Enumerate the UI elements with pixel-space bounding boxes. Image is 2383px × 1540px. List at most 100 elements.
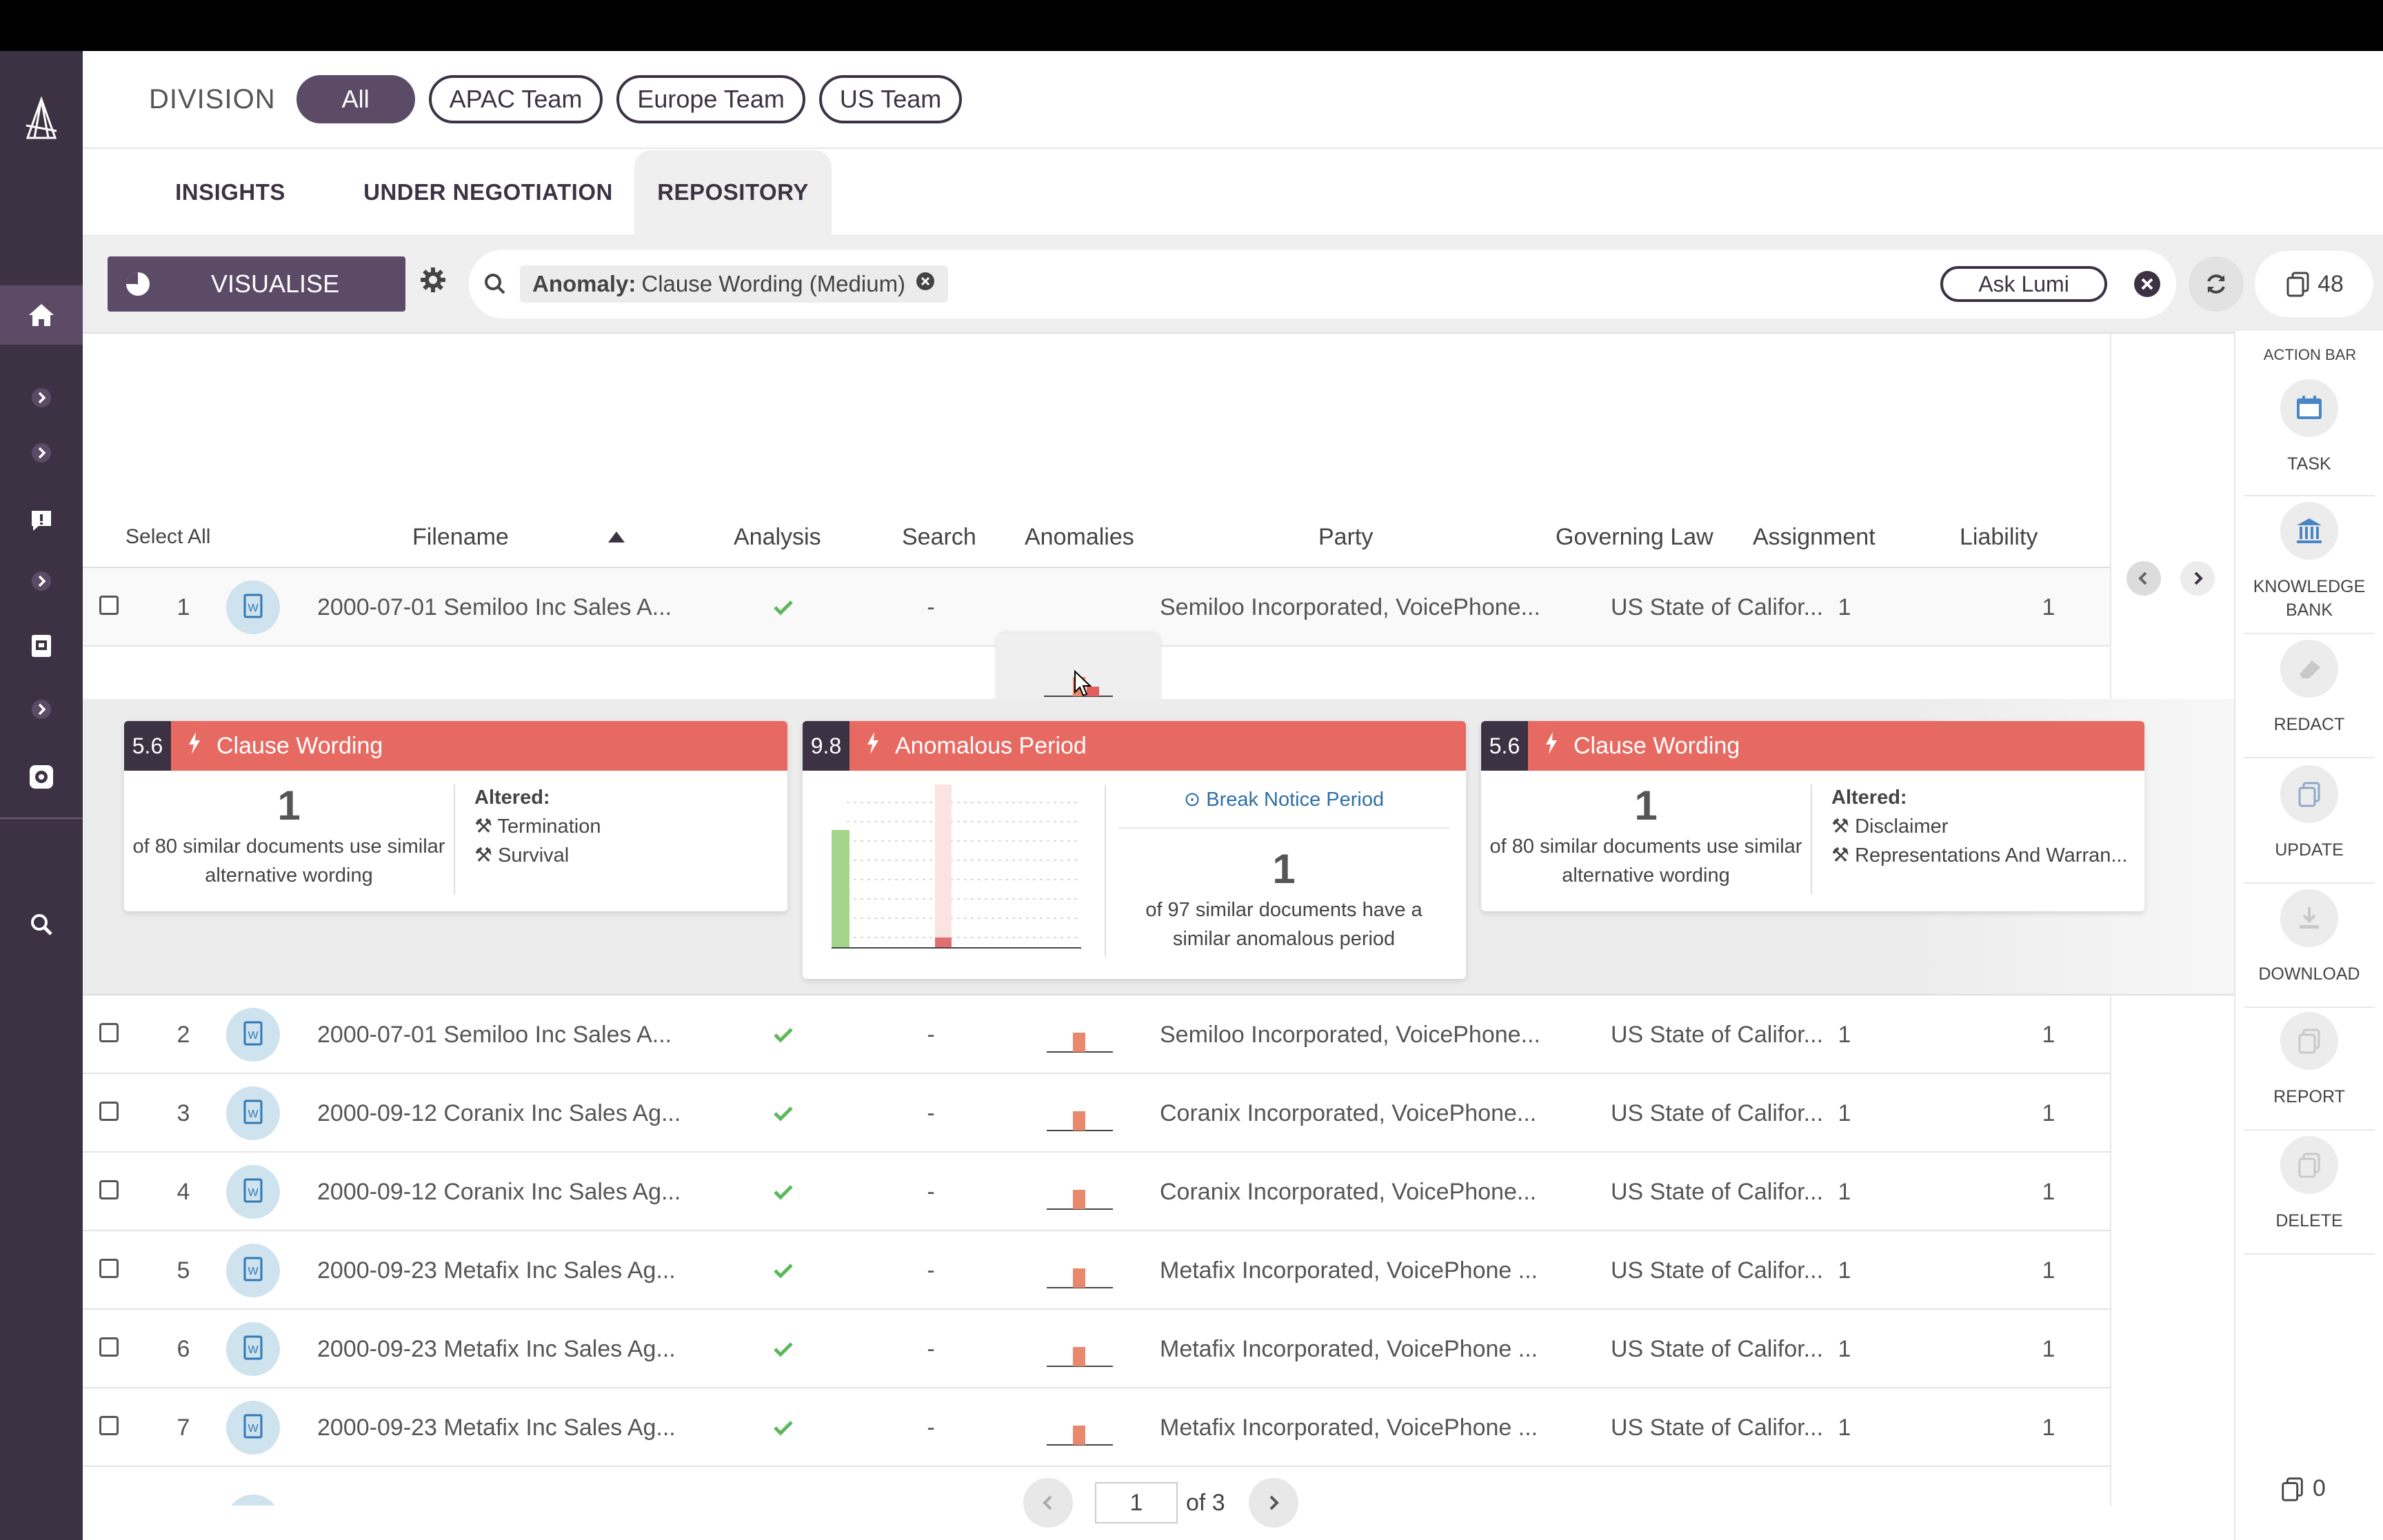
document-count[interactable]: 48	[2255, 251, 2373, 317]
alert-icon[interactable]	[0, 489, 83, 551]
ask-lumi-button[interactable]: Ask Lumi	[1940, 266, 2107, 302]
row-filename[interactable]: 2000-07-01 Semiloo Inc Sales A...	[317, 995, 703, 1074]
action-task-button[interactable]: TASK	[2244, 379, 2375, 496]
anomaly-sparkline[interactable]	[1045, 1180, 1114, 1210]
column-header-anomalies[interactable]: Anomalies	[1025, 506, 1134, 568]
row-filename[interactable]: 2000-09-23 Metafix Inc Sales Ag...	[317, 1310, 703, 1388]
anomaly-card-clause-wording[interactable]: 5.6 Clause Wording 1 of 80 similar docum…	[1481, 721, 2144, 911]
select-all[interactable]: Select All	[125, 506, 210, 568]
word-document-icon[interactable]: W	[226, 1165, 280, 1219]
table-row[interactable]: 4 W 2000-09-12 Coranix Inc Sales Ag... - Cor…	[83, 1153, 2110, 1231]
hammer-icon: ⚒	[1831, 815, 1849, 838]
anomaly-card-clause-wording[interactable]: 5.6 Clause Wording 1 of 80 similar docum…	[124, 721, 787, 911]
action-update-button[interactable]: UPDATE	[2244, 765, 2375, 884]
row-checkbox[interactable]	[99, 1023, 119, 1042]
row-filename[interactable]: 2000-07-01 Semiloo Inc Sales A...	[317, 568, 703, 647]
action-knowledge-button[interactable]: KNOWLEDGE BANK	[2244, 502, 2375, 634]
column-header-governing-law[interactable]: Governing Law	[1556, 506, 1713, 568]
refresh-button[interactable]	[2189, 256, 2244, 312]
table-row[interactable]: 3 W 2000-09-12 Coranix Inc Sales Ag... - Cor…	[83, 1074, 2110, 1153]
division-filter-all[interactable]: All	[296, 75, 415, 123]
action-redact-button[interactable]: REDACT	[2244, 640, 2375, 758]
scroll-right-icon[interactable]	[2180, 561, 2215, 596]
division-filter-apac[interactable]: APAC Team	[428, 75, 603, 123]
row-filename[interactable]: 2000-09-12 Coranix Inc Sales Ag...	[317, 1153, 703, 1231]
scroll-left-icon[interactable]	[2126, 561, 2161, 596]
document-icon[interactable]	[0, 615, 83, 677]
anomaly-sparkline[interactable]	[1045, 1259, 1114, 1289]
row-checkbox[interactable]	[99, 1180, 119, 1199]
row-filename[interactable]: 2000-09-23 Metafix Inc Sales Ag...	[317, 1388, 703, 1467]
search-icon[interactable]	[0, 893, 83, 955]
main-content: DIVISION All APAC Team Europe Team US Te…	[83, 51, 2383, 1540]
row-filename[interactable]: 2000-09-12 Coranix Inc Sales Ag...	[317, 1074, 703, 1153]
word-document-icon[interactable]: W	[226, 1401, 280, 1455]
column-header-search[interactable]: Search	[902, 506, 976, 568]
anomaly-sparkline[interactable]	[1045, 1416, 1114, 1446]
sort-ascending-icon[interactable]	[607, 506, 626, 568]
anomaly-tab[interactable]	[996, 633, 1161, 700]
action-report-button[interactable]: REPORT	[2244, 1012, 2375, 1131]
analysis-check-icon	[763, 995, 804, 1074]
row-checkbox[interactable]	[99, 1416, 119, 1435]
card-divider	[1811, 784, 1812, 895]
chip-close-icon[interactable]	[915, 271, 936, 297]
action-download-button[interactable]: DOWNLOAD	[2244, 889, 2375, 1008]
hammer-icon: ⚒	[1831, 844, 1849, 867]
page-input[interactable]: 1	[1095, 1482, 1178, 1523]
clear-search-icon[interactable]	[2132, 269, 2162, 303]
division-filter-europe[interactable]: Europe Team	[616, 75, 805, 123]
prev-page-button[interactable]	[1023, 1478, 1073, 1528]
row-governing-law: US State of Califor...	[1611, 1335, 1824, 1362]
tab-insights[interactable]: INSIGHTS	[142, 150, 319, 234]
settings-icon[interactable]	[0, 746, 83, 808]
chevron-right-icon[interactable]	[0, 550, 83, 612]
anomaly-sparkline[interactable]	[1045, 1102, 1114, 1132]
word-document-icon[interactable]: W	[226, 1322, 280, 1376]
break-notice-link[interactable]: ⊙ Break Notice Period	[1118, 787, 1449, 811]
eraser-icon	[2280, 640, 2338, 698]
table-row[interactable]: 7 W 2000-09-23 Metafix Inc Sales Ag... - Met…	[83, 1388, 2110, 1467]
word-document-icon[interactable]: W	[226, 1086, 280, 1140]
home-icon[interactable]	[0, 285, 83, 345]
column-header-filename[interactable]: Filename	[412, 506, 509, 568]
visualise-button[interactable]: VISUALISE	[108, 256, 405, 312]
app-logo[interactable]	[0, 81, 83, 157]
row-checkbox[interactable]	[99, 1259, 119, 1278]
word-document-icon[interactable]: W	[226, 1008, 280, 1062]
column-header-party[interactable]: Party	[1318, 506, 1373, 568]
table-row[interactable]: 5 W 2000-09-23 Metafix Inc Sales Ag... - Met…	[83, 1231, 2110, 1310]
table-row[interactable]: 6 W 2000-09-23 Metafix Inc Sales Ag... - Met…	[83, 1310, 2110, 1388]
next-page-button[interactable]	[1248, 1478, 1298, 1528]
altered-item: ⚒ Survival	[474, 841, 601, 870]
svg-text:W: W	[248, 602, 259, 614]
row-checkbox[interactable]	[99, 1337, 119, 1357]
table-row[interactable]: 2 W 2000-07-01 Semiloo Inc Sales A... - Semi…	[83, 995, 2110, 1074]
column-header-analysis[interactable]: Analysis	[734, 506, 821, 568]
anomaly-card-anomalous-period[interactable]: 9.8 Anomalous Period ⊙ Break Notice Peri…	[803, 721, 1466, 979]
chevron-right-icon[interactable]	[0, 367, 83, 429]
column-header-liability[interactable]: Liability	[1960, 506, 2038, 568]
anomaly-sparkline[interactable]	[1045, 1337, 1114, 1368]
row-checkbox[interactable]	[99, 596, 119, 615]
division-filter-us[interactable]: US Team	[818, 75, 963, 123]
search-bar[interactable]: Anomaly: Clause Wording (Medium) Ask Lum…	[469, 250, 2176, 318]
hammer-icon: ⚒	[474, 844, 492, 867]
tab-under-negotiation[interactable]: UNDER NEGOTIATION	[335, 150, 641, 234]
row-checkbox[interactable]	[99, 1102, 119, 1121]
action-delete-button[interactable]: DELETE	[2244, 1136, 2375, 1255]
word-document-icon[interactable]: W	[226, 1244, 280, 1297]
column-header-assignment[interactable]: Assignment	[1753, 506, 1876, 568]
word-document-icon[interactable]: W	[226, 580, 280, 634]
word-document-icon[interactable]	[226, 1495, 280, 1506]
gear-icon[interactable]	[419, 266, 447, 297]
chevron-right-icon[interactable]	[0, 678, 83, 740]
chevron-right-icon[interactable]	[0, 422, 83, 484]
anomaly-sparkline[interactable]	[1045, 1023, 1114, 1053]
svg-text:W: W	[248, 1108, 259, 1120]
row-liability: 1	[2042, 1100, 2055, 1126]
filter-chip[interactable]: Anomaly: Clause Wording (Medium)	[520, 265, 949, 303]
row-filename[interactable]: 2000-09-23 Metafix Inc Sales Ag...	[317, 1231, 703, 1310]
tab-repository[interactable]: REPOSITORY	[634, 150, 832, 234]
row-liability: 1	[2042, 1178, 2055, 1205]
